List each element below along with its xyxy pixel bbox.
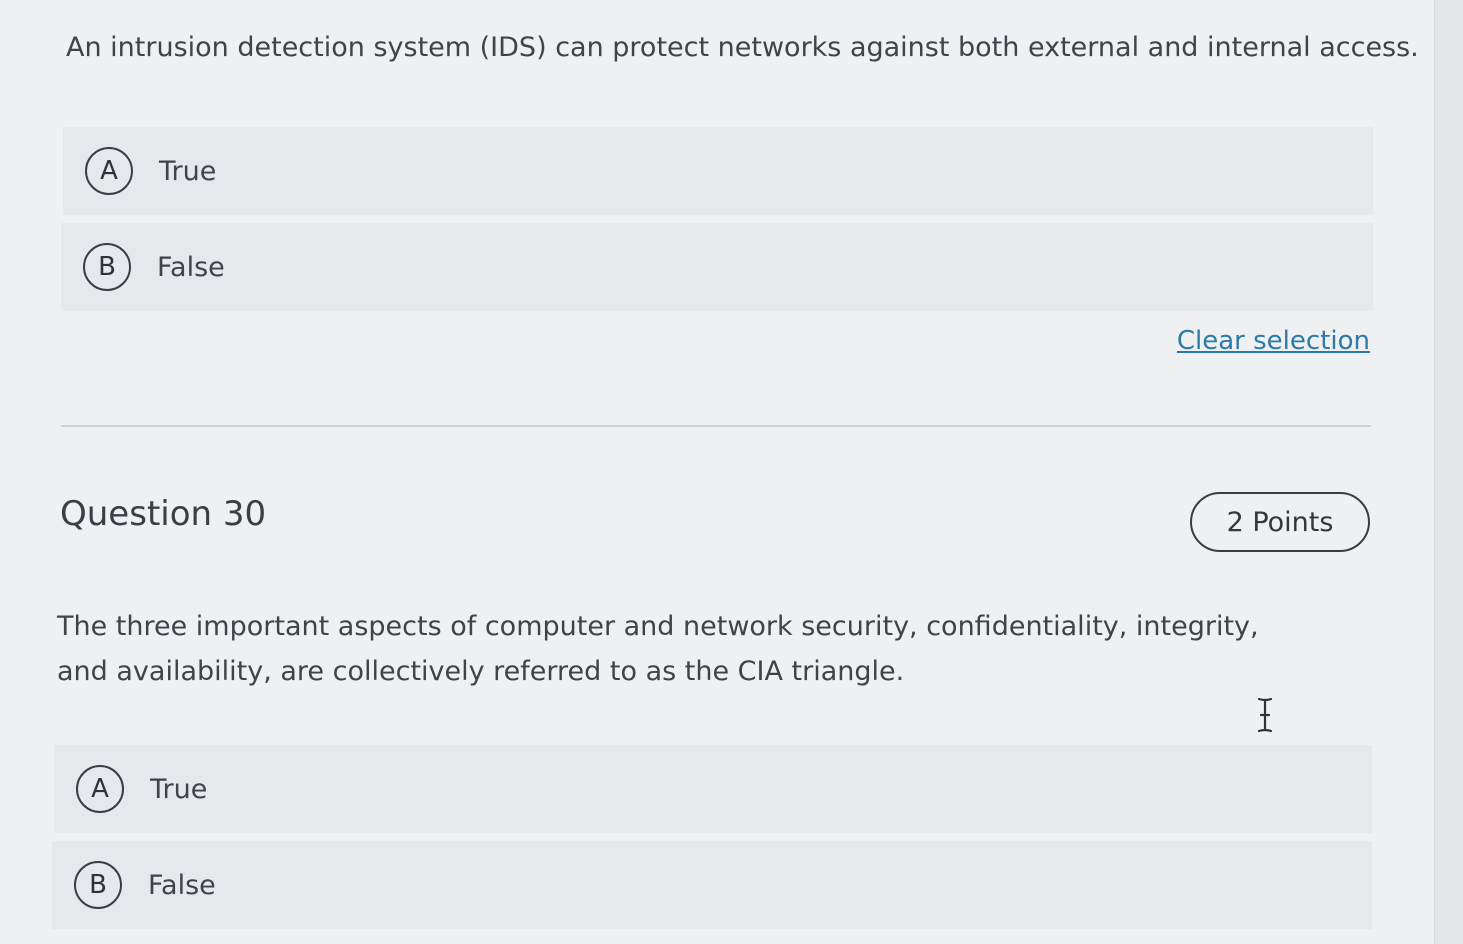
option-letter-badge: A: [76, 765, 124, 813]
option-letter-badge: B: [83, 243, 131, 291]
previous-option-b[interactable]: B False: [61, 223, 1373, 311]
text-cursor-icon: [1257, 697, 1273, 733]
previous-question-text: An intrusion detection system (IDS) can …: [66, 32, 1419, 63]
option-b[interactable]: B False: [52, 841, 1372, 929]
scrollbar-track[interactable]: [1434, 0, 1463, 944]
option-label: False: [157, 251, 225, 283]
option-label: False: [148, 869, 216, 901]
question-title: Question 30: [60, 494, 267, 534]
option-label: True: [150, 773, 208, 805]
points-badge: 2 Points: [1190, 492, 1370, 552]
option-a[interactable]: A True: [54, 745, 1372, 833]
option-letter-badge: B: [74, 861, 122, 909]
question-text: The three important aspects of computer …: [57, 611, 1259, 687]
option-label: True: [159, 155, 217, 187]
clear-selection-link[interactable]: Clear selection: [1177, 326, 1370, 356]
previous-option-a[interactable]: A True: [63, 127, 1373, 215]
quiz-page: An intrusion detection system (IDS) can …: [0, 0, 1463, 944]
option-letter-badge: A: [85, 147, 133, 195]
question-divider: [61, 425, 1371, 427]
